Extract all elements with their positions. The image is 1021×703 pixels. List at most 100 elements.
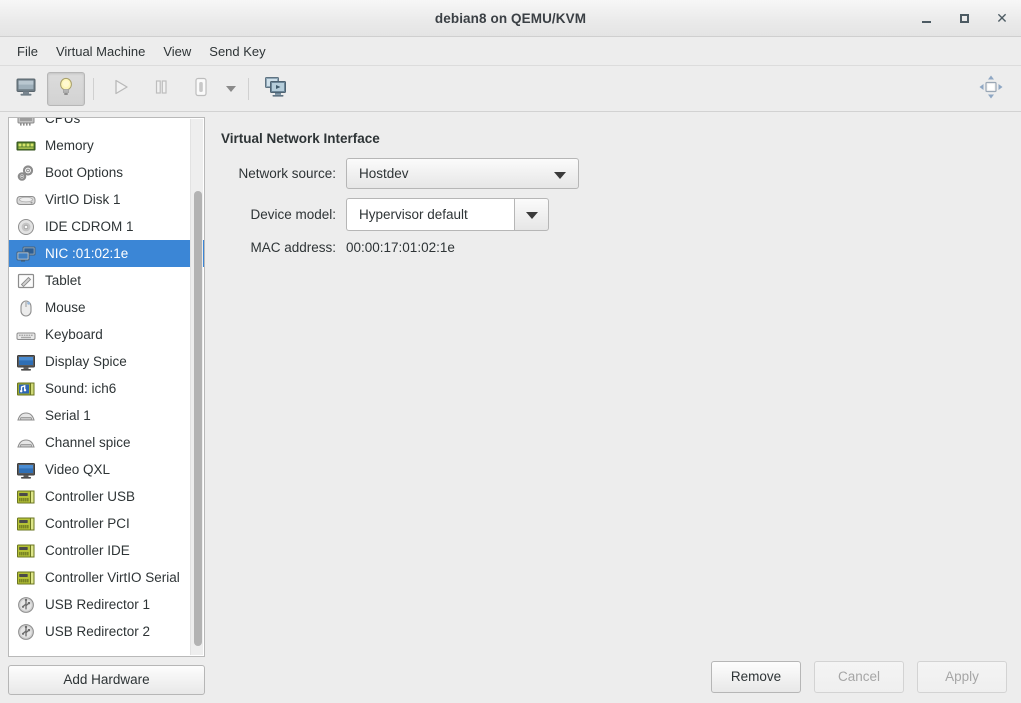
device-model-input[interactable]: Hypervisor default <box>346 198 514 231</box>
toolbar-right-group <box>971 66 1011 111</box>
device-model-row: Device model: Hypervisor default <box>221 198 1021 231</box>
pause-icon <box>151 77 171 100</box>
run-button[interactable] <box>102 72 140 106</box>
cpu-icon <box>15 118 37 129</box>
mac-address-row: MAC address: 00:00:17:01:02:1e <box>221 240 1021 255</box>
maximize-icon <box>959 13 969 23</box>
mac-address-label: MAC address: <box>250 240 336 255</box>
sidebar-scrollbar[interactable] <box>190 119 203 655</box>
sidebar-item-usb-redirector-2[interactable]: USB Redirector 2 <box>9 618 204 645</box>
sidebar-item-controller-virtio-serial[interactable]: Controller VirtIO Serial <box>9 564 204 591</box>
play-icon <box>111 77 131 100</box>
menu-send-key[interactable]: Send Key <box>200 41 274 62</box>
cdrom-icon <box>15 217 37 237</box>
sidebar-item-label: IDE CDROM 1 <box>45 219 134 234</box>
sidebar-item-label: Tablet <box>45 273 82 288</box>
apply-button[interactable]: Apply <box>917 661 1007 693</box>
minimize-icon <box>921 20 931 23</box>
hardware-list-items: CPUs Memory Boot Options VirtIO Disk 1 I… <box>9 117 204 645</box>
device-model-dropdown-button[interactable] <box>514 198 549 231</box>
nic-icon <box>15 244 37 264</box>
snapshots-button[interactable] <box>257 72 295 106</box>
nic-settings-form: Virtual Network Interface Network source… <box>213 112 1021 651</box>
sidebar-item-keyboard[interactable]: Keyboard <box>9 321 204 348</box>
sidebar-item-usb-redirector-1[interactable]: USB Redirector 1 <box>9 591 204 618</box>
device-model-label: Device model: <box>250 207 336 222</box>
controller-icon <box>15 568 37 588</box>
network-source-row: Network source: Hostdev <box>221 158 1021 189</box>
network-source-select[interactable]: Hostdev <box>346 158 579 189</box>
sidebar-item-ide-cdrom-1[interactable]: IDE CDROM 1 <box>9 213 204 240</box>
menu-view[interactable]: View <box>154 41 200 62</box>
usb-icon <box>15 622 37 642</box>
page-title: Virtual Network Interface <box>221 131 380 146</box>
fullscreen-button[interactable] <box>972 72 1010 106</box>
sidebar-item-memory[interactable]: Memory <box>9 132 204 159</box>
memory-icon <box>15 136 37 156</box>
close-button[interactable]: ✕ <box>983 0 1021 36</box>
window-title: debian8 on QEMU/KVM <box>434 10 587 26</box>
add-hardware-button[interactable]: Add Hardware <box>8 665 205 695</box>
serial-icon <box>15 406 37 426</box>
sidebar-item-controller-ide[interactable]: Controller IDE <box>9 537 204 564</box>
chevron-down-icon <box>226 85 236 92</box>
boot-options-icon <box>15 163 37 183</box>
cancel-button[interactable]: Cancel <box>814 661 904 693</box>
sidebar-item-controller-usb[interactable]: Controller USB <box>9 483 204 510</box>
sidebar-item-controller-pci[interactable]: Controller PCI <box>9 510 204 537</box>
sidebar-item-label: Serial 1 <box>45 408 91 423</box>
sidebar-item-label: Mouse <box>45 300 86 315</box>
sidebar-item-serial-1[interactable]: Serial 1 <box>9 402 204 429</box>
network-source-label: Network source: <box>238 166 336 181</box>
sidebar-item-label: NIC :01:02:1e <box>45 246 129 261</box>
sidebar-item-display-spice[interactable]: Display Spice <box>9 348 204 375</box>
network-source-value: Hostdev <box>359 166 409 181</box>
chevron-down-icon <box>526 212 538 219</box>
chevron-down-icon <box>554 172 566 179</box>
menu-bar: File Virtual Machine View Send Key <box>0 37 1021 66</box>
sidebar-item-nic[interactable]: NIC :01:02:1e <box>9 240 204 267</box>
mac-address-value: 00:00:17:01:02:1e <box>346 240 455 255</box>
device-model-combobox[interactable]: Hypervisor default <box>346 198 549 231</box>
sidebar-scrollbar-thumb[interactable] <box>194 191 202 646</box>
maximize-button[interactable] <box>945 0 983 36</box>
title-bar: debian8 on QEMU/KVM ✕ <box>0 0 1021 37</box>
sidebar-item-label: VirtIO Disk 1 <box>45 192 121 207</box>
sidebar-item-channel-spice[interactable]: Channel spice <box>9 429 204 456</box>
sidebar-item-label: Video QXL <box>45 462 111 477</box>
shutdown-button[interactable] <box>182 72 220 106</box>
sidebar-item-label: Controller USB <box>45 489 136 504</box>
virt-manager-window: debian8 on QEMU/KVM ✕ File Virtual Machi… <box>0 0 1021 703</box>
sidebar-item-label: Channel spice <box>45 435 131 450</box>
sidebar-item-mouse[interactable]: Mouse <box>9 294 204 321</box>
sidebar-item-virtio-disk-1[interactable]: VirtIO Disk 1 <box>9 186 204 213</box>
remove-button[interactable]: Remove <box>711 661 801 693</box>
sidebar-item-tablet[interactable]: Tablet <box>9 267 204 294</box>
sound-icon <box>15 379 37 399</box>
sidebar-item-label: Controller PCI <box>45 516 130 531</box>
sidebar-item-label: Memory <box>45 138 94 153</box>
console-view-button[interactable] <box>7 72 45 106</box>
menu-file[interactable]: File <box>8 41 47 62</box>
minimize-button[interactable] <box>907 0 945 36</box>
sidebar-item-label: CPUs <box>45 117 81 126</box>
hardware-sidebar: CPUs Memory Boot Options VirtIO Disk 1 I… <box>0 112 213 703</box>
sidebar-item-boot-options[interactable]: Boot Options <box>9 159 204 186</box>
content-area: CPUs Memory Boot Options VirtIO Disk 1 I… <box>0 112 1021 703</box>
menu-virtual-machine[interactable]: Virtual Machine <box>47 41 154 62</box>
sidebar-item-cpus[interactable]: CPUs <box>9 117 204 132</box>
sidebar-item-sound[interactable]: Sound: ich6 <box>9 375 204 402</box>
toolbar <box>0 66 1021 112</box>
sidebar-item-video-qxl[interactable]: Video QXL <box>9 456 204 483</box>
sidebar-item-label: Boot Options <box>45 165 124 180</box>
hardware-list[interactable]: CPUs Memory Boot Options VirtIO Disk 1 I… <box>8 117 205 657</box>
channel-icon <box>15 433 37 453</box>
pause-button[interactable] <box>142 72 180 106</box>
sidebar-item-label: Keyboard <box>45 327 103 342</box>
controller-icon <box>15 541 37 561</box>
controller-icon <box>15 487 37 507</box>
shutdown-menu-button[interactable] <box>221 72 241 106</box>
video-icon <box>15 460 37 480</box>
lightbulb-icon <box>55 76 77 101</box>
details-view-button[interactable] <box>47 71 85 106</box>
